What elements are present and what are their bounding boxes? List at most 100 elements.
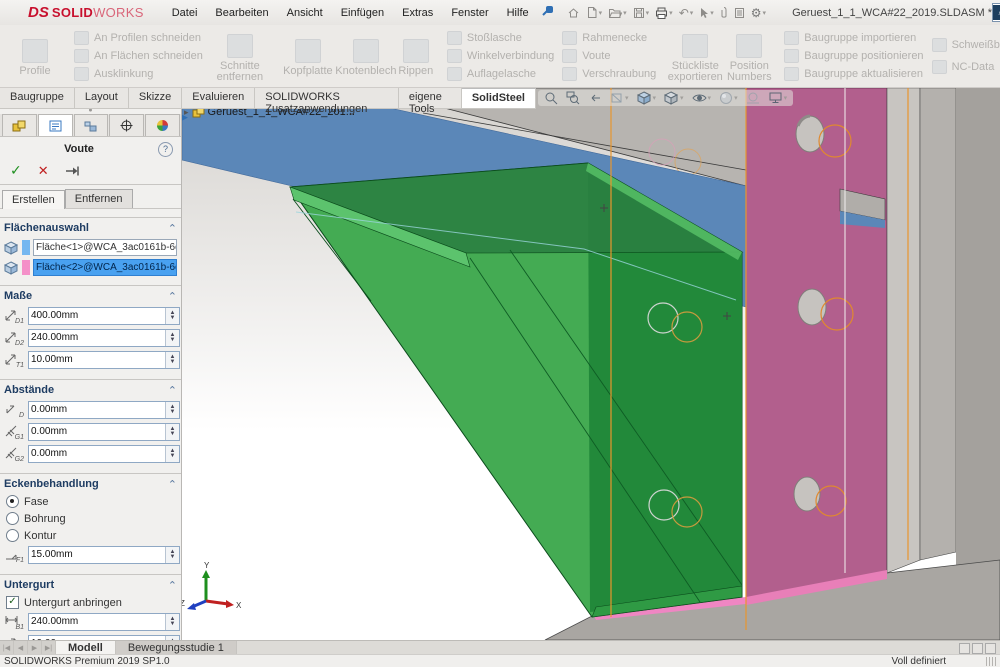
tab-nav-first-icon[interactable]: |◀ <box>0 641 14 655</box>
hide-show-items-eye-icon[interactable]: ▾ <box>692 91 712 105</box>
voute-button[interactable]: Voute <box>562 49 656 63</box>
verschraubung-button[interactable]: Verschraubung <box>562 67 656 81</box>
paperclip-icon[interactable] <box>720 6 728 19</box>
kopfplatte-button[interactable]: Kopfplatte <box>279 35 337 77</box>
tab-skizze[interactable]: Skizze <box>129 88 182 108</box>
baugruppe-importieren-button[interactable]: Baugruppe importieren <box>784 31 923 45</box>
tab-bewegungsstudie[interactable]: Bewegungsstudie 1 <box>116 641 237 655</box>
tab-nav-next-icon[interactable]: ▶ <box>28 641 42 655</box>
winkelverbindung-button[interactable]: Winkelverbindung <box>447 49 554 63</box>
undo-icon[interactable]: ↶▾ <box>679 6 694 20</box>
menu-hilfe[interactable]: Hilfe <box>507 7 529 19</box>
d1-value-input[interactable] <box>29 308 165 322</box>
open-document-icon[interactable]: ▾ <box>608 7 627 19</box>
search-icon[interactable]: ⌕ <box>993 5 1000 20</box>
radio-button[interactable] <box>6 512 19 525</box>
menu-datei[interactable]: Datei <box>172 7 198 19</box>
tab-solidsteel[interactable]: SolidSteel <box>462 88 536 108</box>
configurationmanager-tab[interactable] <box>74 114 109 136</box>
apply-scene-icon[interactable] <box>746 91 760 105</box>
spinner[interactable]: ▲▼ <box>165 547 179 563</box>
new-document-icon[interactable]: ▾ <box>586 6 603 19</box>
menu-bearbeiten[interactable]: Bearbeiten <box>215 7 268 19</box>
tab-baugruppe[interactable]: Baugruppe <box>0 88 75 108</box>
previous-view-icon[interactable] <box>588 91 602 105</box>
rahmenecke-button[interactable]: Rahmenecke <box>562 31 656 45</box>
menu-fenster[interactable]: Fenster <box>451 7 488 19</box>
tab-nav-prev-icon[interactable]: ◀ <box>14 641 28 655</box>
collapse-chevron-icon[interactable]: ⌃ <box>168 478 177 491</box>
gap-g1-input[interactable] <box>29 424 165 438</box>
select-cursor-icon[interactable]: ▾ <box>699 7 714 19</box>
propertymanager-tab[interactable] <box>38 114 73 136</box>
print-icon[interactable]: ▾ <box>655 7 673 19</box>
radio-button[interactable] <box>6 495 19 508</box>
rippen-button[interactable]: Rippen <box>395 35 437 77</box>
checkbox[interactable]: ✓ <box>6 596 19 609</box>
ok-check-button[interactable]: ✓ <box>10 162 22 179</box>
radio-bohrung[interactable]: Bohrung <box>6 512 175 525</box>
spinner[interactable]: ▲▼ <box>165 308 179 324</box>
nc-data-button[interactable]: NC-Data <box>932 60 1000 74</box>
report-icon[interactable] <box>734 7 745 19</box>
profile-button[interactable]: Profile <box>6 35 64 77</box>
radio-kontur[interactable]: Kontur <box>6 529 175 542</box>
face1-selection-value[interactable]: Fläche<1>@WCA_3ac0161b-6dba- <box>33 239 177 256</box>
command-search[interactable]: ⌕ Befehlssuche <box>992 3 1000 22</box>
help-icon[interactable]: ? <box>158 142 173 157</box>
an-flaechen-schneiden-button[interactable]: An Flächen schneiden <box>74 49 203 63</box>
display-style-icon[interactable]: ▾ <box>664 91 684 105</box>
menu-ansicht[interactable]: Ansicht <box>287 7 323 19</box>
view-settings-monitor-icon[interactable]: ▾ <box>768 91 788 105</box>
displaymanager-tab[interactable] <box>145 114 180 136</box>
subtab-entfernen[interactable]: Entfernen <box>65 189 133 208</box>
menu-extras[interactable]: Extras <box>402 7 433 19</box>
section-view-icon[interactable]: ▾ <box>610 91 629 105</box>
options-gear-icon[interactable]: ⚙▾ <box>751 6 766 20</box>
edit-appearance-icon[interactable]: ▾ <box>719 91 738 105</box>
collapse-chevron-icon[interactable]: ⌃ <box>168 384 177 397</box>
tab-layout[interactable]: Layout <box>75 88 129 108</box>
column-front-face[interactable] <box>746 88 887 600</box>
tab-evaluieren[interactable]: Evaluieren <box>182 88 255 108</box>
tab-modell[interactable]: Modell <box>56 641 116 655</box>
spinner[interactable]: ▲▼ <box>165 424 179 440</box>
tab-eigene-tools[interactable]: eigene Tools <box>399 88 462 108</box>
column-far-face[interactable] <box>956 88 1000 640</box>
baugruppe-aktualisieren-button[interactable]: Baugruppe aktualisieren <box>784 67 923 81</box>
spinner[interactable]: ▲▼ <box>165 614 179 630</box>
featuremanager-tab[interactable] <box>2 114 37 136</box>
graphics-area[interactable]: Y X Z ▶ ▸ Geruest_1_1_WCA#22_201... ▾ ▾ … <box>180 88 1000 640</box>
column-side-face[interactable] <box>887 88 920 573</box>
collapse-chevron-icon[interactable]: ⌃ <box>168 290 177 303</box>
radio-button[interactable] <box>6 529 19 542</box>
spinner[interactable]: ▲▼ <box>165 402 179 418</box>
zoom-to-fit-icon[interactable] <box>544 91 558 105</box>
view-orientation-cube-icon[interactable]: ▾ <box>637 91 657 105</box>
d2-value-input[interactable] <box>29 330 165 344</box>
schnitte-entfernen-button[interactable]: Schnitte entfernen <box>211 30 269 83</box>
t1-value-input[interactable] <box>29 352 165 366</box>
baugruppe-positionieren-button[interactable]: Baugruppe positionieren <box>784 49 923 63</box>
pin-menu-icon[interactable] <box>541 5 553 20</box>
home-icon[interactable] <box>567 6 580 19</box>
an-profilen-schneiden-button[interactable]: An Profilen schneiden <box>74 31 203 45</box>
menu-einfuegen[interactable]: Einfügen <box>341 7 384 19</box>
gap-g2-input[interactable] <box>29 446 165 460</box>
position-numbers-button[interactable]: Position Numbers <box>724 30 774 83</box>
collapse-chevron-icon[interactable]: ⌃ <box>168 222 177 235</box>
flange-width-input[interactable] <box>29 614 165 628</box>
pin-keep-visible-button[interactable] <box>65 165 81 177</box>
auflagelasche-button[interactable]: Auflagelasche <box>447 67 554 81</box>
face2-selection-value[interactable]: Fläche<2>@WCA_3ac0161b-6dba- <box>33 259 177 276</box>
tab-nav-last-icon[interactable]: ▶| <box>42 641 56 655</box>
zoom-to-area-icon[interactable] <box>566 91 580 105</box>
ausklinkung-button[interactable]: Ausklinkung <box>74 67 203 81</box>
knotenblech-button[interactable]: Knotenblech <box>337 35 395 77</box>
untergurt-anbringen-checkbox-row[interactable]: ✓ Untergurt anbringen <box>6 596 175 609</box>
subtab-erstellen[interactable]: Erstellen <box>2 190 65 209</box>
dimxpertmanager-tab[interactable] <box>109 114 144 136</box>
tabstrip-buttons[interactable] <box>959 641 1000 655</box>
column-hole[interactable] <box>794 477 820 511</box>
column-flange-face[interactable] <box>920 88 956 560</box>
